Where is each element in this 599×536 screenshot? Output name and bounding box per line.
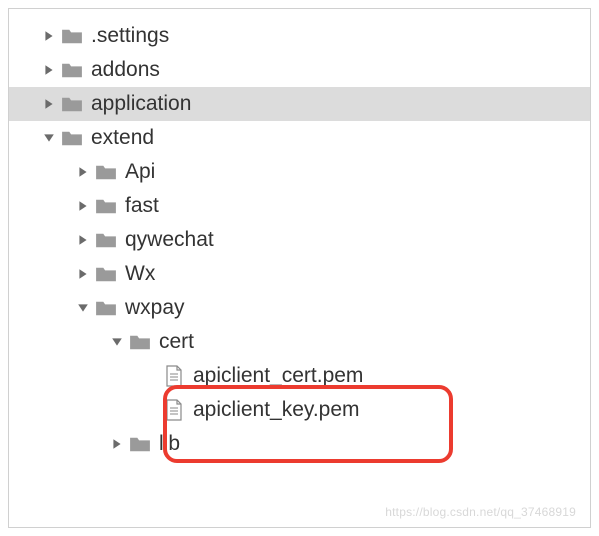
tree-item-label: cert [159, 330, 194, 354]
tree-row[interactable]: Wx [9, 257, 590, 291]
tree-item-label: extend [91, 126, 154, 150]
folder-icon [59, 129, 85, 147]
chevron-right-icon[interactable] [39, 64, 59, 76]
folder-icon [59, 95, 85, 113]
tree-row[interactable]: addons [9, 53, 590, 87]
tree-item-label: .settings [91, 24, 169, 48]
file-icon [161, 365, 187, 387]
tree-item-label: addons [91, 58, 160, 82]
folder-icon [127, 333, 153, 351]
tree-row[interactable]: application [9, 87, 590, 121]
file-tree: .settings addons application extend Api fast q… [8, 8, 591, 528]
tree-item-label: Api [125, 160, 155, 184]
tree-row[interactable]: wxpay [9, 291, 590, 325]
chevron-right-icon[interactable] [73, 166, 93, 178]
tree-item-label: lib [159, 432, 180, 456]
tree-item-label: fast [125, 194, 159, 218]
folder-icon [127, 435, 153, 453]
tree-row[interactable]: fast [9, 189, 590, 223]
folder-icon [93, 197, 119, 215]
tree-item-label: wxpay [125, 296, 185, 320]
folder-icon [93, 265, 119, 283]
tree-item-label: Wx [125, 262, 155, 286]
chevron-down-icon[interactable] [73, 302, 93, 314]
chevron-right-icon[interactable] [39, 98, 59, 110]
chevron-right-icon[interactable] [73, 268, 93, 280]
tree-row[interactable]: apiclient_cert.pem [9, 359, 590, 393]
tree-row[interactable]: apiclient_key.pem [9, 393, 590, 427]
file-icon [161, 399, 187, 421]
folder-icon [93, 231, 119, 249]
folder-icon [59, 27, 85, 45]
tree-item-label: apiclient_key.pem [193, 398, 360, 422]
chevron-down-icon[interactable] [39, 132, 59, 144]
chevron-right-icon[interactable] [73, 234, 93, 246]
folder-icon [93, 299, 119, 317]
tree-row[interactable]: .settings [9, 19, 590, 53]
tree-row[interactable]: Api [9, 155, 590, 189]
folder-icon [59, 61, 85, 79]
tree-row[interactable]: cert [9, 325, 590, 359]
folder-icon [93, 163, 119, 181]
tree-item-label: apiclient_cert.pem [193, 364, 363, 388]
tree-item-label: application [91, 92, 191, 116]
chevron-right-icon[interactable] [39, 30, 59, 42]
watermark-text: https://blog.csdn.net/qq_37468919 [385, 505, 576, 519]
tree-item-label: qywechat [125, 228, 214, 252]
tree-row[interactable]: lib [9, 427, 590, 461]
chevron-right-icon[interactable] [73, 200, 93, 212]
tree-row[interactable]: extend [9, 121, 590, 155]
chevron-down-icon[interactable] [107, 336, 127, 348]
tree-row[interactable]: qywechat [9, 223, 590, 257]
chevron-right-icon[interactable] [107, 438, 127, 450]
